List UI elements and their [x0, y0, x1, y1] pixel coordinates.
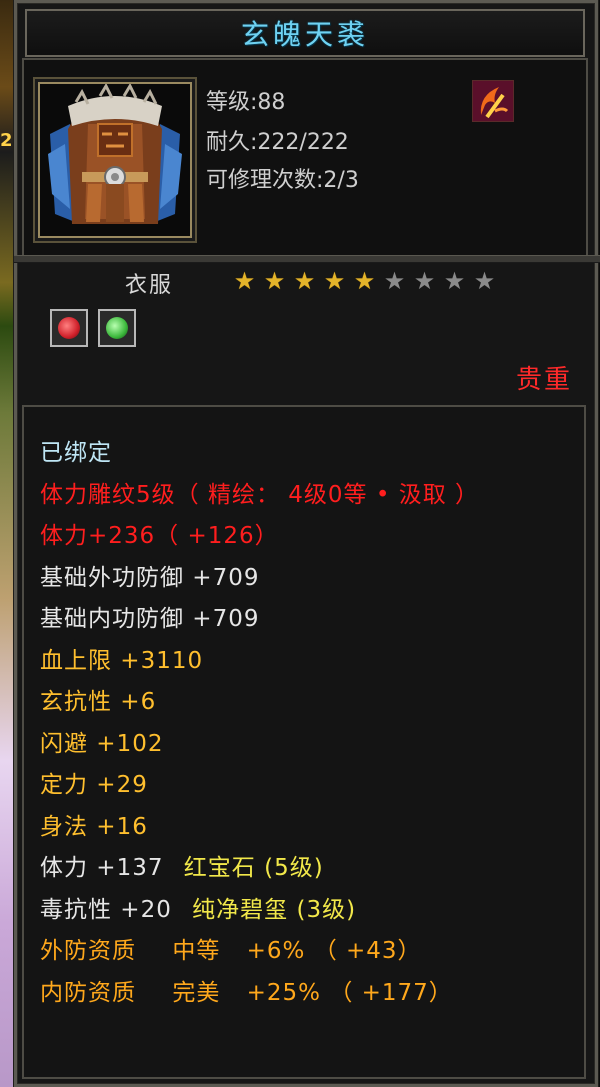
external-quality-label: 外防资质: [40, 938, 136, 964]
item-stats-panel: 已绑定 体力雕纹5级（ 精绘： 4级0等 • 汲取 ） 体力+236（ +126…: [22, 405, 586, 1079]
carving-stat: 体力雕纹5级（ 精绘： 4级0等 • 汲取 ）: [40, 482, 480, 508]
item-grade-panel: 衣服 ★ ★ ★ ★ ★ ★ ★ ★ ★ 贵重: [22, 261, 584, 401]
gem1-stat-line: 体力 +137 红宝石 (5级): [40, 848, 324, 882]
external-quality-line: 外防资质 中等 +6% （ +43）: [40, 931, 422, 965]
green-gem-icon: [106, 317, 128, 339]
gem1-name: 红宝石 (5级): [183, 855, 324, 881]
rarity-label: 贵重: [515, 365, 572, 395]
fur-robe-armor-icon: [48, 82, 182, 224]
equip-slot-label: 衣服: [125, 273, 174, 298]
gem-slot-2[interactable]: [98, 309, 136, 347]
star-filled-icon: ★: [293, 267, 316, 295]
star-empty-icon: ★: [473, 267, 496, 295]
star-filled-icon: ★: [263, 267, 286, 295]
gem-slot-1[interactable]: [50, 309, 88, 347]
item-name: 玄魄天裘: [240, 18, 369, 51]
star-rating: ★ ★ ★ ★ ★ ★ ★ ★ ★: [230, 269, 499, 293]
bound-status: 已绑定: [40, 440, 112, 466]
star-filled-icon: ★: [353, 267, 376, 295]
internal-defense-stat: 基础内功防御 +709: [40, 606, 260, 632]
star-filled-icon: ★: [233, 267, 256, 295]
item-header-panel: 等级:88 耐久:222/222 可修理次数:2/3: [22, 58, 588, 258]
internal-quality-label: 内防资质: [40, 980, 136, 1006]
gem2-stat: 毒抗性 +20: [40, 897, 172, 923]
external-defense-stat: 基础外功防御 +709: [40, 565, 260, 591]
star-empty-icon: ★: [443, 267, 466, 295]
star-filled-icon: ★: [323, 267, 346, 295]
sickle-weapon-icon: [472, 80, 514, 122]
item-portrait: [38, 82, 192, 238]
item-level: 等级:88: [206, 90, 286, 115]
item-durability: 耐久:222/222: [206, 130, 349, 155]
dodge-stat: 闪避 +102: [40, 731, 164, 757]
star-empty-icon: ★: [413, 267, 436, 295]
internal-quality-line: 内防资质 完美 +25% （ +177）: [40, 973, 453, 1007]
item-repair-count: 可修理次数:2/3: [206, 168, 359, 193]
gem2-name: 纯净碧玺 (3级): [192, 897, 357, 923]
external-quality-value: +6% （ +43）: [246, 938, 422, 964]
external-quality-grade: 中等: [172, 938, 221, 964]
star-empty-icon: ★: [383, 267, 406, 295]
gem2-stat-line: 毒抗性 +20 纯净碧玺 (3级): [40, 890, 356, 924]
internal-quality-value: +25% （ +177）: [246, 980, 453, 1006]
focus-stat: 定力 +29: [40, 772, 148, 798]
red-gem-icon: [58, 317, 80, 339]
title-bar: 玄魄天裘: [25, 9, 585, 57]
item-tooltip: 玄魄天裘 等级:88 耐久:222/222 可修理次数:2/3 衣服 ★ ★ ★…: [14, 0, 600, 1087]
internal-quality-grade: 完美: [172, 980, 221, 1006]
xuan-resist-stat: 玄抗性 +6: [40, 689, 157, 715]
agility-stat: 身法 +16: [40, 814, 148, 840]
gem1-stat: 体力 +137: [40, 855, 164, 881]
stamina-bonus-stat: 体力+236（ +126）: [40, 523, 279, 549]
hp-max-stat: 血上限 +3110: [40, 648, 204, 674]
